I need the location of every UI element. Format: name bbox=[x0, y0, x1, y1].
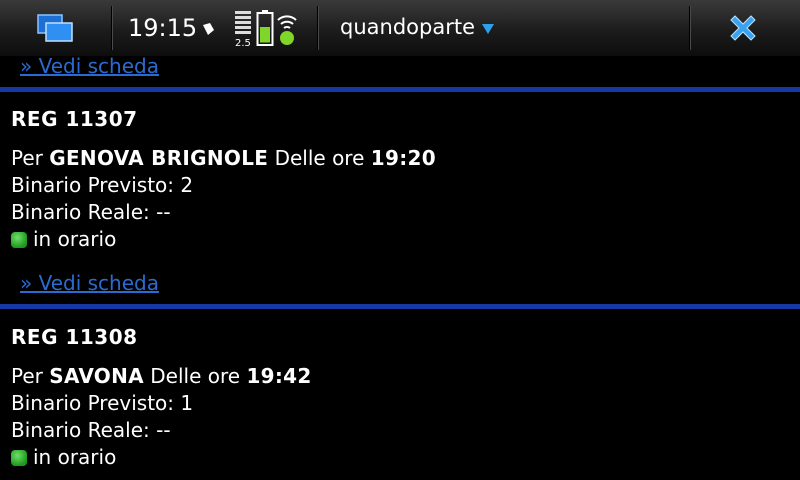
departures-list[interactable]: » Vedi scheda REG 11307 Per GENOVA BRIGN… bbox=[0, 56, 800, 480]
destination-line: Per SAVONA Delle ore 19:42 bbox=[11, 363, 791, 390]
alarm-icon bbox=[201, 21, 215, 35]
platform-actual: Binario Reale: -- bbox=[11, 200, 171, 224]
platform-planned: Binario Previsto: 1 bbox=[11, 391, 194, 415]
status-line: in orario bbox=[11, 226, 791, 253]
network-label: 2.5 bbox=[235, 38, 251, 48]
destination: GENOVA BRIGNOLE bbox=[49, 146, 269, 170]
train-title: REG 11307 bbox=[11, 107, 138, 131]
task-switcher-icon[interactable] bbox=[36, 12, 76, 44]
view-details-link[interactable]: » Vedi scheda bbox=[20, 56, 159, 78]
battery-icon bbox=[256, 10, 274, 46]
separator bbox=[317, 6, 318, 50]
separator bbox=[689, 6, 690, 50]
departure-time: 19:20 bbox=[370, 146, 436, 170]
departure-time: 19:42 bbox=[246, 364, 312, 388]
status-text: in orario bbox=[33, 445, 117, 469]
dropdown-arrow-icon[interactable] bbox=[482, 24, 494, 34]
status-dot-icon bbox=[11, 232, 27, 248]
train-entry: REG 11307 Per GENOVA BRIGNOLE Delle ore … bbox=[11, 106, 791, 253]
close-icon[interactable] bbox=[726, 11, 760, 45]
divider bbox=[0, 87, 800, 92]
status-dot-icon bbox=[11, 450, 27, 466]
separator bbox=[111, 6, 112, 50]
clock: 19:15 bbox=[128, 14, 198, 42]
train-entry: REG 11308 Per SAVONA Delle ore 19:42 Bin… bbox=[11, 324, 791, 471]
divider bbox=[0, 304, 800, 309]
platform-planned: Binario Previsto: 2 bbox=[11, 173, 194, 197]
destination: SAVONA bbox=[49, 364, 144, 388]
wifi-icon bbox=[276, 10, 298, 46]
destination-line: Per GENOVA BRIGNOLE Delle ore 19:20 bbox=[11, 145, 791, 172]
status-line: in orario bbox=[11, 444, 791, 471]
status-text: in orario bbox=[33, 227, 117, 251]
per-label: Per bbox=[11, 364, 43, 388]
time-label: Delle ore bbox=[150, 364, 241, 388]
platform-actual: Binario Reale: -- bbox=[11, 418, 171, 442]
time-label: Delle ore bbox=[274, 146, 365, 170]
app-title[interactable]: quandoparte bbox=[340, 15, 475, 39]
per-label: Per bbox=[11, 146, 43, 170]
train-title: REG 11308 bbox=[11, 325, 138, 349]
signal-strength-icon: 2.5 bbox=[232, 10, 254, 49]
status-bar: 19:15 2.5 quandoparte bbox=[0, 0, 800, 57]
view-details-link[interactable]: » Vedi scheda bbox=[20, 271, 159, 295]
